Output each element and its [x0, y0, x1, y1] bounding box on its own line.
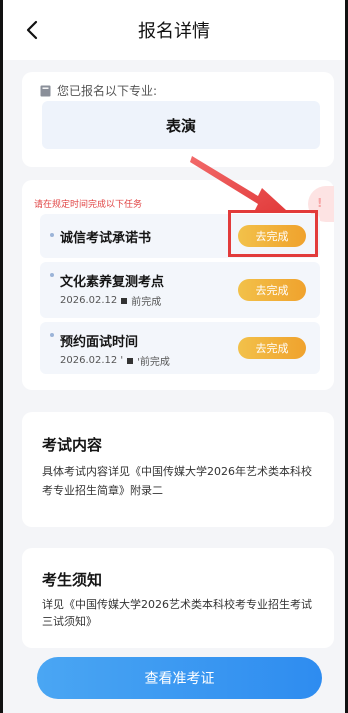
major-name: 表演 [42, 101, 320, 149]
task-title: 诚信考试承诺书 [60, 231, 152, 246]
page-title: 报名详情 [138, 21, 210, 42]
task-title: 预约面试时间 [60, 335, 139, 350]
annotation-highlight-box [228, 210, 318, 257]
view-admission-ticket-button[interactable]: 查看准考证 [37, 657, 322, 699]
screen-edge-left [0, 0, 3, 713]
task-item-culture-retest: 文化素养复测考点 2026.02.12 前完成 去完成 [40, 262, 320, 318]
task-deadline: 2026.02.12 前完成 [60, 293, 161, 308]
small-square-icon [121, 297, 128, 304]
top-nav-bar: 报名详情 [3, 0, 345, 60]
bullet-dot-icon [50, 233, 54, 237]
exam-content-card: 考试内容 具体考试内容详见《中国传媒大学2026年艺术类本科校考专业招生简章》附… [22, 412, 334, 527]
task-title: 文化素养复测考点 [60, 275, 165, 290]
candidate-notice-card: 考生须知 详见《中国传媒大学2026艺术类本科校考专业招生考试三试须知》 [22, 548, 334, 648]
complete-button[interactable]: 去完成 [238, 337, 306, 359]
task-deadline: 2026.02.12 ' '前完成 [60, 353, 170, 368]
tasks-notice: 请在规定时间完成以下任务 [34, 200, 143, 210]
exam-content-title: 考试内容 [42, 436, 103, 454]
exam-content-body: 具体考试内容详见《中国传媒大学2026年艺术类本科校考专业招生简章》附录二 [42, 465, 312, 497]
candidate-notice-body: 详见《中国传媒大学2026艺术类本科校考专业招生考试三试须知》 [42, 598, 312, 628]
task-item-interview-booking: 预约面试时间 2026.02.12 ' '前完成 去完成 [40, 322, 320, 374]
task-deadline-date: 2026.02.12 ' [60, 355, 124, 366]
bullet-dot-icon [50, 273, 54, 277]
task-deadline-date: 2026.02.12 [60, 295, 118, 306]
registration-card: 您已报名以下专业: 表演 [22, 72, 334, 167]
book-icon [40, 85, 51, 96]
task-deadline-suffix: '前完成 [137, 357, 170, 368]
candidate-notice-title: 考生须知 [42, 571, 103, 589]
task-deadline-suffix: 前完成 [131, 297, 162, 308]
complete-button[interactable]: 去完成 [238, 279, 306, 301]
small-square-icon [127, 357, 134, 364]
registration-info-label: 您已报名以下专业: [57, 84, 158, 98]
bullet-dot-icon [50, 333, 54, 337]
registration-info-row: 您已报名以下专业: [40, 82, 157, 99]
